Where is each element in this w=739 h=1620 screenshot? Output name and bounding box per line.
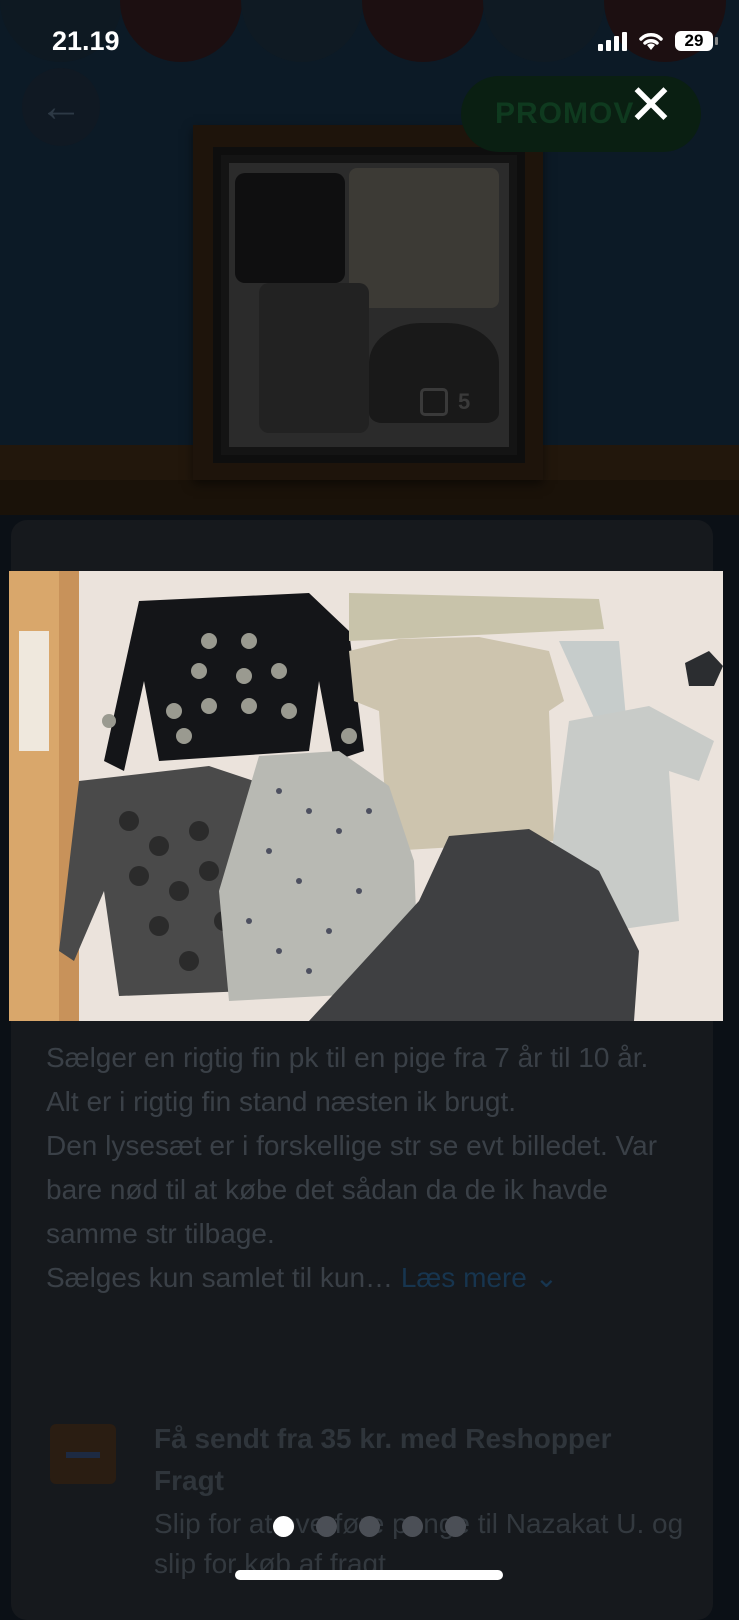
battery-icon: 29 [675, 31, 718, 51]
pager-dot[interactable] [273, 1516, 294, 1537]
close-viewer-button[interactable]: ✕ [626, 77, 676, 133]
wifi-icon [639, 33, 663, 50]
thumb-floral-dress [259, 283, 369, 433]
promote-label: PROMOV [495, 97, 635, 130]
pager-dot[interactable] [445, 1516, 466, 1537]
description-line: Den lysesæt er i forskellige str se evt … [46, 1130, 658, 1249]
pager-dot[interactable] [316, 1516, 337, 1537]
thumb-light-top [349, 168, 499, 308]
cellular-signal-icon [598, 31, 627, 51]
arrow-left-icon: ← [39, 82, 83, 131]
close-icon: ✕ [627, 73, 675, 136]
decor-circle [241, 0, 363, 62]
back-button[interactable]: ← [22, 68, 100, 146]
frame-inner [213, 147, 525, 463]
status-time: 21.19 [52, 26, 120, 56]
clothing-photo [9, 571, 723, 1021]
gallery-icon [420, 388, 448, 416]
fullscreen-photo[interactable] [9, 571, 723, 1021]
shipping-title: Få sendt fra 35 kr. med Reshopper Fragt [154, 1423, 612, 1496]
read-more-link[interactable]: Læs mere ⌄ [401, 1262, 558, 1293]
decor-circle [362, 0, 484, 62]
listing-image-frame[interactable] [193, 125, 543, 480]
thumb-black-cardigan [235, 173, 345, 283]
description-line: Alt er i rigtig fin stand næsten ik brug… [46, 1086, 516, 1117]
decor-circle [483, 0, 605, 62]
chevron-down-icon: ⌄ [534, 1262, 559, 1293]
description-line: Sælger en rigtig fin pk til en pige fra … [46, 1042, 649, 1073]
package-icon [50, 1424, 116, 1484]
description-line: Sælges kun samlet til kun… Læs mere ⌄ [46, 1256, 686, 1300]
decor-circle [120, 0, 242, 62]
listing-description: Sælger en rigtig fin pk til en pige fra … [46, 1036, 686, 1300]
home-indicator[interactable] [235, 1570, 503, 1580]
pager-dot[interactable] [359, 1516, 380, 1537]
description-truncated: Sælges kun samlet til kun… [46, 1262, 394, 1293]
image-count-badge: 5 [420, 388, 470, 416]
status-icons: 29 [598, 30, 718, 52]
image-count: 5 [458, 389, 471, 414]
read-more-label: Læs mere [400, 1262, 527, 1293]
image-pager[interactable] [0, 1516, 739, 1540]
battery-level: 29 [684, 31, 704, 50]
pager-dot[interactable] [402, 1516, 423, 1537]
